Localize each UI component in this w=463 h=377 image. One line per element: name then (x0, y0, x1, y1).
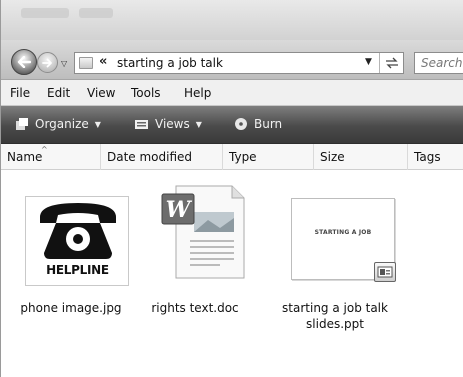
file-name-label: starting a job talk slides.ppt (275, 300, 395, 332)
folder-icon (79, 57, 93, 69)
telephone-icon (39, 203, 116, 259)
helpline-text: HELPLINE (46, 263, 109, 277)
refresh-button[interactable] (379, 53, 404, 73)
views-label: Views (155, 117, 190, 131)
forward-button[interactable] (37, 52, 58, 73)
column-name[interactable]: Name ^ (1, 144, 101, 170)
breadcrumb-current-folder[interactable]: starting a job talk (117, 56, 223, 70)
file-name-label: phone image.jpg (20, 301, 122, 315)
views-icon (135, 120, 148, 129)
breadcrumb-overflow-icon[interactable]: « (99, 54, 107, 69)
menu-bar: File Edit View Tools Help (1, 80, 463, 106)
organize-dropdown-icon: ▼ (94, 119, 101, 129)
menu-edit[interactable]: Edit (47, 86, 70, 100)
file-name-line-2: slides.ppt (306, 317, 364, 331)
views-dropdown-icon: ▼ (195, 119, 202, 129)
presentation-thumbnail: STARTING A JOB (291, 198, 396, 282)
menu-tools[interactable]: Tools (131, 86, 161, 100)
column-tags-label: Tags (414, 150, 441, 164)
file-item-rights-text[interactable]: W rights text.doc (135, 182, 255, 342)
column-date-modified-label: Date modified (107, 150, 193, 164)
slide-title-text: STARTING A JOB (314, 229, 372, 236)
back-button[interactable] (11, 49, 37, 75)
burn-button[interactable]: Burn (234, 117, 282, 131)
column-type-label: Type (229, 150, 257, 164)
explorer-window: ▽ « starting a job talk ▼ Search File Ed… (0, 0, 463, 377)
image-thumbnail: HELPLINE (24, 196, 129, 286)
forward-arrow-icon (42, 58, 52, 67)
organize-icon (16, 118, 28, 130)
powerpoint-badge-icon (377, 266, 393, 278)
column-name-label: Name (7, 150, 43, 164)
column-type[interactable]: Type (223, 144, 314, 170)
file-list-view: HELPLINE phone image.jpg W rights text.d… (1, 170, 463, 377)
sort-ascending-icon: ^ (41, 145, 48, 154)
address-bar-area: ▽ « starting a job talk ▼ Search (1, 40, 463, 80)
title-bar (1, 0, 463, 40)
burn-disc-icon (235, 118, 247, 130)
word-document-icon: W (161, 185, 245, 279)
file-item-phone-image[interactable]: HELPLINE phone image.jpg (11, 182, 131, 342)
powerpoint-slide-icon (374, 262, 396, 282)
views-button[interactable]: Views ▼ (135, 117, 202, 131)
file-item-job-talk-slides[interactable]: STARTING A JOB starting a job talk slide… (275, 182, 396, 342)
address-dropdown-icon[interactable]: ▼ (365, 57, 372, 67)
column-header-row: Name ^ Date modified Type Size Tags (1, 144, 463, 170)
organize-button[interactable]: Organize ▼ (15, 117, 101, 131)
history-dropdown-icon[interactable]: ▽ (61, 59, 67, 68)
address-field[interactable]: « starting a job talk ▼ (74, 52, 404, 74)
column-size[interactable]: Size (314, 144, 408, 170)
menu-view[interactable]: View (87, 86, 115, 100)
file-name-label: rights text.doc (151, 301, 239, 315)
column-size-label: Size (320, 150, 345, 164)
organize-label: Organize (35, 117, 89, 131)
search-input[interactable]: Search (414, 52, 463, 74)
file-name-line-1: starting a job talk (282, 301, 388, 315)
burn-label: Burn (254, 117, 283, 131)
refresh-icon (386, 57, 398, 69)
column-date-modified[interactable]: Date modified (101, 144, 223, 170)
column-tags[interactable]: Tags (408, 144, 463, 170)
title-ghost (79, 8, 113, 18)
menu-file[interactable]: File (10, 86, 30, 100)
svg-text:W: W (166, 197, 193, 223)
menu-help[interactable]: Help (184, 86, 211, 100)
command-toolbar: Organize ▼ Views ▼ Burn (1, 106, 463, 144)
back-arrow-icon (17, 56, 31, 68)
title-ghost (21, 8, 69, 18)
